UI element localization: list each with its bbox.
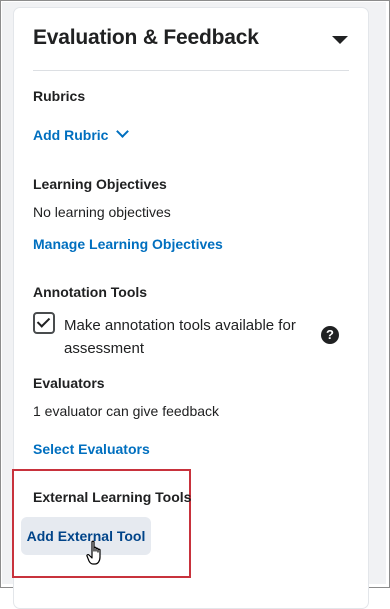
help-icon[interactable]: ? — [321, 326, 339, 344]
evaluators-label: Evaluators — [33, 375, 105, 391]
external-learning-tools-label: External Learning Tools — [33, 489, 192, 505]
add-rubric-label: Add Rubric — [33, 127, 109, 143]
manage-learning-objectives-link[interactable]: Manage Learning Objectives — [33, 236, 223, 252]
select-evaluators-link[interactable]: Select Evaluators — [33, 441, 150, 457]
chevron-down-icon — [116, 125, 130, 138]
annotation-tools-label: Annotation Tools — [33, 284, 148, 300]
divider — [33, 70, 349, 71]
hand-pointer-cursor-icon — [86, 540, 101, 565]
evaluators-status: 1 evaluator can give feedback — [33, 403, 220, 419]
panel-title: Evaluation & Feedback — [33, 26, 259, 49]
collapse-caret-icon[interactable] — [332, 36, 348, 44]
learning-objectives-status: No learning objectives — [33, 204, 171, 220]
learning-objectives-label: Learning Objectives — [33, 176, 167, 192]
add-rubric-link[interactable]: Add Rubric — [33, 125, 130, 143]
rubrics-label: Rubrics — [33, 88, 86, 104]
annotation-tools-checkbox[interactable] — [33, 312, 55, 334]
annotation-tools-checkbox-label[interactable]: Make annotation tools available for asse… — [64, 314, 304, 360]
